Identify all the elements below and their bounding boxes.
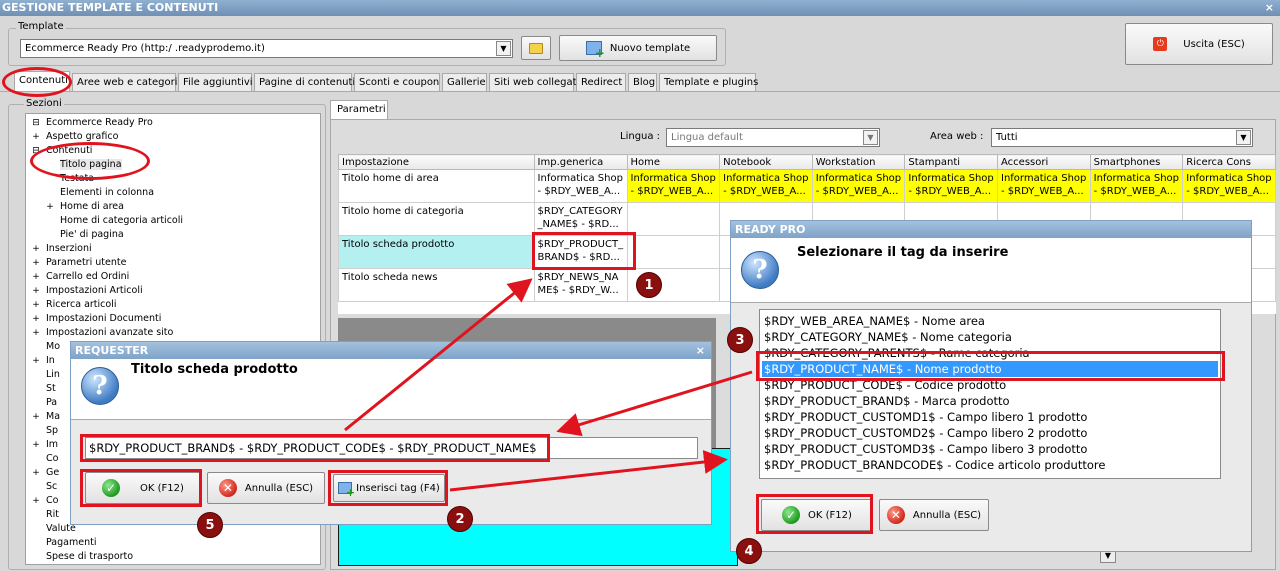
annotation-arrows — [344, 278, 753, 492]
arrow-input-to-cell — [344, 278, 533, 432]
arrow-tag-to-input — [556, 370, 753, 437]
arrow-insert-to-dialog — [449, 450, 728, 492]
